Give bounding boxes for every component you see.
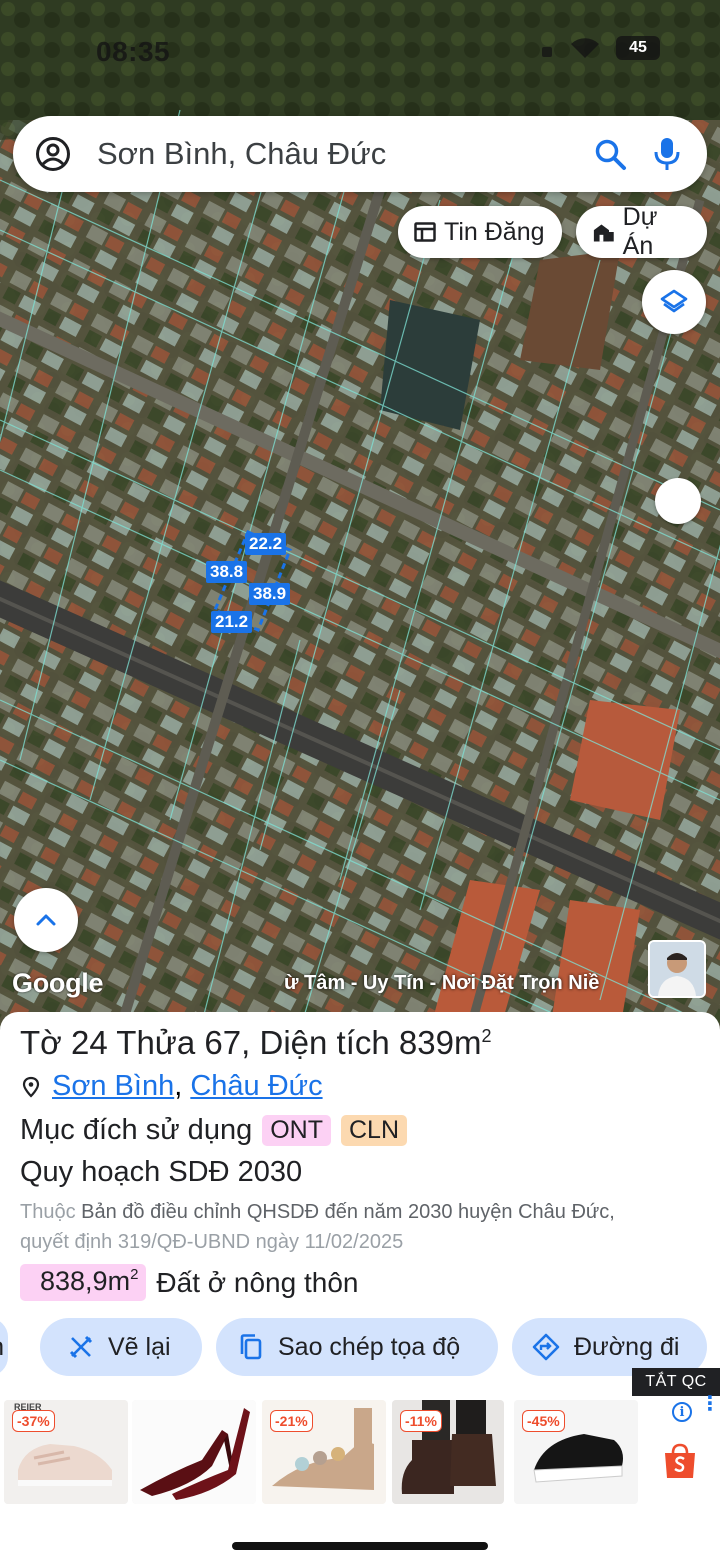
to-value: 24	[70, 1024, 108, 1061]
opacity-slider-knob[interactable]	[655, 478, 701, 524]
copy-coordinates-button[interactable]: Sao chép tọa độ	[216, 1318, 498, 1376]
plot-dimension-left: 38.8	[206, 561, 248, 583]
planned-land-type: Đất ở nông thôn	[156, 1266, 359, 1298]
planned-area-sup: 2	[130, 1266, 139, 1283]
plot-dimension-top: 22.2	[245, 533, 287, 555]
layers-icon	[660, 289, 688, 313]
source-decision: quyết định 319/QĐ-UBND ngày 11/02/2025	[20, 1231, 404, 1253]
discount-badge: -11%	[400, 1410, 442, 1432]
location-row: Sơn Bình, Châu Đức	[22, 1070, 323, 1103]
du-an-label: Dự Án	[622, 203, 658, 260]
planned-area-pill: 838,9m2	[20, 1264, 147, 1301]
copy-icon	[240, 1334, 262, 1360]
area-unit-sup: 2	[481, 1026, 492, 1046]
area-value: 839m	[398, 1024, 482, 1061]
wifi-icon	[571, 38, 599, 58]
thua-label: Thửa	[116, 1024, 196, 1061]
tin-dang-chip[interactable]: Tin Đăng	[398, 206, 562, 258]
shopee-icon[interactable]	[662, 1442, 698, 1480]
to-label: Tờ	[20, 1024, 62, 1061]
ad-item-heels[interactable]	[132, 1400, 256, 1504]
source-text: Bản đồ điều chỉnh QHSDĐ đến năm 2030 huy…	[81, 1201, 615, 1223]
parcel-title: Tờ 24 Thửa 67, Diện tích 839m2	[20, 1024, 492, 1061]
discount-badge: -21%	[270, 1410, 313, 1432]
discount-badge: -37%	[12, 1410, 55, 1432]
signal-icon	[542, 47, 552, 57]
purpose-label: Mục đích sử dụng	[20, 1114, 253, 1146]
layers-button[interactable]	[642, 270, 706, 334]
commune-link[interactable]: Sơn Bình	[52, 1070, 174, 1103]
plan-heading: Quy hoạch SDĐ 2030	[20, 1156, 303, 1188]
partial-action-label: n	[0, 1333, 4, 1362]
google-logo: Google	[12, 968, 104, 998]
purpose-tag-ont[interactable]: ONT	[262, 1115, 331, 1146]
ad-strip[interactable]: REIER -37% -21% -11% -45%	[0, 1398, 720, 1508]
person-photo	[650, 942, 704, 996]
district-link[interactable]: Châu Đức	[190, 1070, 322, 1103]
plan-source: Thuộc Bản đồ điều chỉnh QHSDĐ đến năm 20…	[20, 1197, 710, 1257]
redraw-label: Vẽ lại	[108, 1332, 171, 1361]
ad-item-slipons[interactable]: -45%	[514, 1400, 638, 1504]
source-prefix: Thuộc	[20, 1201, 76, 1223]
chevron-up-icon	[36, 914, 56, 926]
thua-value: 67	[204, 1024, 242, 1061]
du-an-chip[interactable]: Dự Án	[576, 203, 707, 260]
directions-label: Đường đi	[574, 1332, 680, 1361]
search-icon[interactable]	[593, 137, 627, 171]
redraw-button[interactable]: Vẽ lại	[40, 1318, 202, 1376]
status-icons: 45	[540, 36, 660, 60]
battery-icon: 45	[616, 36, 660, 60]
search-input[interactable]: Sơn Bình, Châu Đức	[97, 136, 593, 172]
listing-icon	[414, 222, 436, 242]
ad-item-sneakers[interactable]: REIER -37%	[4, 1400, 128, 1504]
discount-badge: -45%	[522, 1410, 565, 1432]
building-icon	[593, 224, 614, 242]
location-pin-icon	[22, 1076, 40, 1098]
action-buttons: n Vẽ lại Sao chép tọa độ Đường đi	[0, 1318, 720, 1378]
plot-dimension-right: 38.9	[249, 583, 291, 605]
ad-item-boots[interactable]: -11%	[392, 1400, 504, 1504]
planned-area-value: 838,9m	[40, 1266, 131, 1296]
map-view[interactable]: 08:35 45 Sơn Bình, Châu Đức Tin Đăng Dự …	[0, 0, 720, 1030]
tin-dang-label: Tin Đăng	[444, 217, 545, 246]
map-banner-text: ừ Tâm - Uy Tín - Nơi Đặt Trọn Niề	[284, 972, 600, 994]
copy-coordinates-label: Sao chép tọa độ	[278, 1332, 461, 1361]
purpose-tag-cln[interactable]: CLN	[340, 1115, 407, 1146]
heels-photo	[132, 1400, 256, 1504]
mic-icon[interactable]	[653, 136, 681, 172]
hide-ads-button[interactable]: TẮT QC	[632, 1368, 720, 1396]
draw-tools-icon	[69, 1335, 93, 1359]
directions-icon	[532, 1333, 560, 1361]
agent-avatar[interactable]	[648, 940, 706, 998]
land-purpose-row: Mục đích sử dụng ONT CLN	[20, 1114, 407, 1147]
expand-sheet-button[interactable]	[14, 888, 78, 952]
search-bar[interactable]: Sơn Bình, Châu Đức	[13, 116, 707, 192]
account-icon[interactable]	[35, 136, 71, 172]
plot-dimension-bottom: 21.2	[211, 611, 253, 633]
area-label: Diện tích	[259, 1024, 390, 1061]
ad-more-icon[interactable]: ⋮	[700, 1394, 720, 1414]
home-indicator	[232, 1542, 488, 1550]
status-bar: 08:35 45	[0, 0, 720, 100]
status-time: 08:35	[96, 36, 171, 67]
partial-action-button[interactable]: n	[0, 1318, 8, 1376]
ad-info-icon[interactable]: i	[672, 1402, 692, 1422]
ad-item-sandals[interactable]: -21%	[262, 1400, 386, 1504]
planned-area-row: 838,9m2 Đất ở nông thôn	[20, 1264, 358, 1301]
